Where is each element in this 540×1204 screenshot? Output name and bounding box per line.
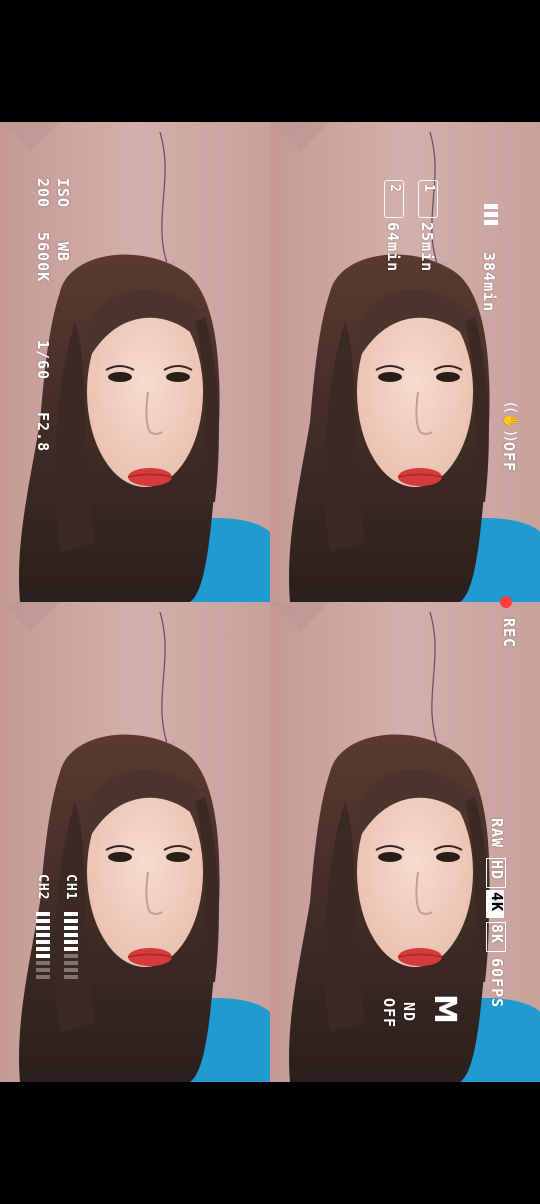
meter-segment [64,926,78,930]
shutter-value: 1/60 [34,340,52,381]
meter-segment [36,975,50,979]
nd-value: OFF [380,998,398,1029]
photo-collage: ISO 200 WB 5600K 1/60 F2.8 384min 1 25mi… [0,122,540,1082]
format-4k: 4K [488,892,506,913]
manual-mode-icon: M [427,994,462,1024]
photo-bottom-left [0,602,270,1082]
meter-segment [64,975,78,979]
wb-label: WB [54,242,72,263]
meter-segment [36,947,50,951]
format-8k: 8K [488,924,506,945]
card1-time: 25min [418,222,436,273]
ch1-level-meter [64,912,78,979]
portrait-image [270,122,540,602]
stabilizer-icon: ((✋)) [502,402,518,442]
aperture-value: F2.8 [34,412,52,453]
battery-time: 384min [480,252,498,313]
format-raw: RAW [488,818,506,849]
meter-segment [64,940,78,944]
card1-id: 1 [421,184,436,193]
meter-segment [64,968,78,972]
rec-label: REC [500,618,518,649]
meter-segment [36,954,50,958]
meter-segment [36,968,50,972]
format-hd: HD [488,860,506,881]
meter-segment [36,940,50,944]
meter-segment [36,933,50,937]
iso-value: 200 [34,178,52,209]
ch2-label: CH2 [35,874,50,901]
meter-segment [64,912,78,916]
meter-segment [36,961,50,965]
meter-segment [64,954,78,958]
rec-dot-icon [500,596,512,608]
photo-top-right [270,122,540,602]
battery-icon [484,204,498,225]
ch2-level-meter [36,912,50,979]
meter-segment [64,947,78,951]
nd-label: ND [400,1002,418,1023]
card2-time: 64min [384,222,402,273]
format-fps: 60FPS [488,958,506,1009]
iso-label: ISO [54,178,72,209]
ch1-label: CH1 [63,874,78,901]
wb-value: 5600K [34,232,52,283]
meter-segment [64,933,78,937]
meter-segment [64,919,78,923]
meter-segment [36,926,50,930]
portrait-image [0,602,270,1082]
meter-segment [64,961,78,965]
meter-segment [36,912,50,916]
stabilizer-status: OFF [500,442,518,473]
card2-id: 2 [387,184,402,193]
meter-segment [36,919,50,923]
